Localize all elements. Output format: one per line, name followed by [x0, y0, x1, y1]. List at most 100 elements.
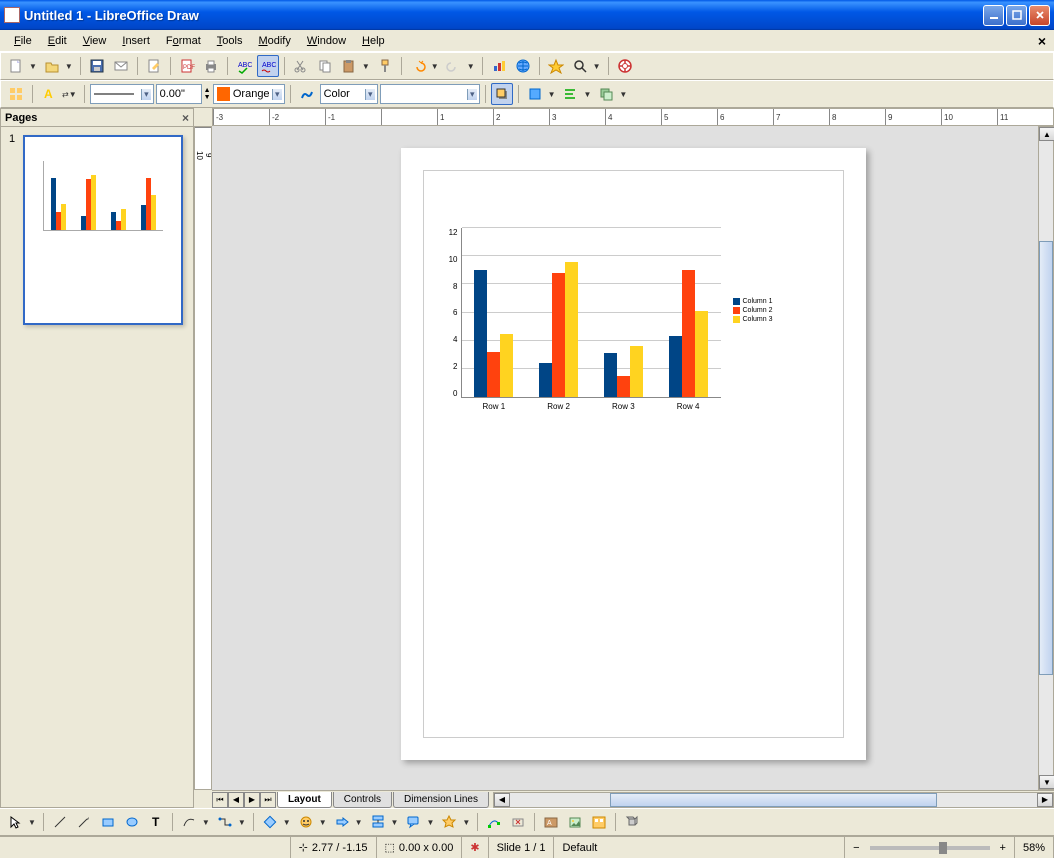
pages-panel-close-icon[interactable]: ×	[182, 111, 189, 125]
ellipse-tool[interactable]	[121, 811, 143, 833]
gallery-button[interactable]	[588, 811, 610, 833]
text-tool[interactable]: T	[145, 811, 167, 833]
open-dropdown[interactable]: ▼	[63, 62, 75, 71]
maximize-button[interactable]	[1006, 5, 1027, 26]
zoom-value[interactable]: 58%	[1015, 837, 1054, 858]
status-page-style[interactable]: Default	[554, 837, 845, 858]
hyperlink-button[interactable]	[512, 55, 534, 77]
alignment-button[interactable]	[559, 83, 581, 105]
tab-first-button[interactable]: ⏮	[212, 792, 228, 808]
connector-tool[interactable]	[214, 811, 236, 833]
callouts-tool[interactable]	[402, 811, 424, 833]
zoom-button[interactable]	[569, 55, 591, 77]
line-width-down[interactable]: ▼	[204, 94, 211, 101]
arrange-button[interactable]	[595, 83, 617, 105]
select-dropdown[interactable]: ▼	[26, 818, 38, 827]
line-arrow-tool[interactable]	[73, 811, 95, 833]
basic-shapes-dropdown[interactable]: ▼	[281, 818, 293, 827]
block-arrows-tool[interactable]	[331, 811, 353, 833]
paste-dropdown[interactable]: ▼	[360, 62, 372, 71]
block-arrows-dropdown[interactable]: ▼	[353, 818, 365, 827]
shadow-button[interactable]	[491, 83, 513, 105]
status-slide[interactable]: Slide 1 / 1	[489, 837, 555, 858]
spellcheck-button[interactable]: ABC	[233, 55, 255, 77]
basic-shapes-tool[interactable]	[259, 811, 281, 833]
print-button[interactable]	[200, 55, 222, 77]
scroll-right-button[interactable]: ▶	[1037, 793, 1053, 807]
alignment-dropdown[interactable]: ▼	[581, 90, 593, 99]
menu-format[interactable]: Format	[160, 33, 207, 49]
undo-button[interactable]	[407, 55, 429, 77]
email-button[interactable]	[110, 55, 132, 77]
line-tool[interactable]	[49, 811, 71, 833]
zoom-in-button[interactable]: +	[1000, 842, 1006, 854]
curve-tool[interactable]	[178, 811, 200, 833]
close-button[interactable]	[1029, 5, 1050, 26]
menu-tools[interactable]: Tools	[211, 33, 249, 49]
vertical-scrollbar[interactable]: ▲ ▼	[1038, 126, 1054, 790]
zoom-dropdown[interactable]: ▼	[591, 62, 603, 71]
callouts-dropdown[interactable]: ▼	[424, 818, 436, 827]
scroll-left-button[interactable]: ◀	[494, 793, 510, 807]
connector-dropdown[interactable]: ▼	[236, 818, 248, 827]
undo-dropdown[interactable]: ▼	[429, 62, 441, 71]
flowchart-dropdown[interactable]: ▼	[389, 818, 401, 827]
tab-layout[interactable]: Layout	[277, 792, 332, 808]
from-file-button[interactable]	[564, 811, 586, 833]
tab-prev-button[interactable]: ◀	[228, 792, 244, 808]
menu-file[interactable]: File	[8, 33, 38, 49]
zoom-out-button[interactable]: −	[853, 842, 859, 854]
chart-object[interactable]: 121086420 Row 1Row 2Row 3Row 4 Column 1C…	[441, 228, 796, 428]
redo-dropdown[interactable]: ▼	[465, 62, 477, 71]
stars-dropdown[interactable]: ▼	[460, 818, 472, 827]
arrow-style-dropdown[interactable]: ⇄▼	[60, 90, 79, 99]
stars-tool[interactable]	[438, 811, 460, 833]
area-dialog-button[interactable]	[296, 83, 318, 105]
line-width-up[interactable]: ▲	[204, 87, 211, 94]
menu-modify[interactable]: Modify	[252, 33, 296, 49]
edit-file-button[interactable]	[143, 55, 165, 77]
zoom-slider[interactable]	[870, 846, 990, 850]
line-style-select[interactable]	[90, 84, 154, 104]
glue-points-tool[interactable]	[507, 811, 529, 833]
new-button[interactable]	[5, 55, 27, 77]
fill-color-select[interactable]	[380, 84, 480, 104]
document-close-icon[interactable]: ×	[1038, 33, 1046, 49]
grid-view-button[interactable]	[5, 83, 27, 105]
menu-insert[interactable]: Insert	[116, 33, 156, 49]
horizontal-scroll-thumb[interactable]	[610, 793, 937, 807]
page-canvas[interactable]: 121086420 Row 1Row 2Row 3Row 4 Column 1C…	[401, 148, 866, 760]
cut-button[interactable]	[290, 55, 312, 77]
curve-dropdown[interactable]: ▼	[200, 818, 212, 827]
minimize-button[interactable]	[983, 5, 1004, 26]
zoom-slider-handle[interactable]	[939, 842, 947, 854]
horizontal-ruler[interactable]: -3-2-11234567891011	[212, 108, 1054, 126]
open-button[interactable]	[41, 55, 63, 77]
tab-dimension-lines[interactable]: Dimension Lines	[393, 792, 489, 808]
menu-edit[interactable]: Edit	[42, 33, 73, 49]
horizontal-scrollbar[interactable]: ◀ ▶	[493, 792, 1054, 808]
effects-dropdown[interactable]: ▼	[546, 90, 558, 99]
copy-button[interactable]	[314, 55, 336, 77]
symbol-shapes-tool[interactable]	[295, 811, 317, 833]
rectangle-tool[interactable]	[97, 811, 119, 833]
menu-view[interactable]: View	[77, 33, 113, 49]
format-paintbrush-button[interactable]	[374, 55, 396, 77]
menu-window[interactable]: Window	[301, 33, 352, 49]
line-width-input[interactable]	[156, 84, 202, 104]
arrange-dropdown[interactable]: ▼	[617, 90, 629, 99]
save-button[interactable]	[86, 55, 108, 77]
tab-next-button[interactable]: ▶	[244, 792, 260, 808]
fontwork-gallery-button[interactable]: A	[540, 811, 562, 833]
paste-button[interactable]	[338, 55, 360, 77]
new-dropdown[interactable]: ▼	[27, 62, 39, 71]
select-tool[interactable]	[4, 811, 26, 833]
points-tool[interactable]	[483, 811, 505, 833]
extrusion-button[interactable]	[621, 811, 643, 833]
help-button[interactable]	[614, 55, 636, 77]
menu-help[interactable]: Help	[356, 33, 391, 49]
symbol-shapes-dropdown[interactable]: ▼	[317, 818, 329, 827]
auto-spellcheck-button[interactable]: ABC	[257, 55, 279, 77]
page-thumbnail[interactable]	[23, 135, 183, 325]
tab-controls[interactable]: Controls	[333, 792, 392, 808]
